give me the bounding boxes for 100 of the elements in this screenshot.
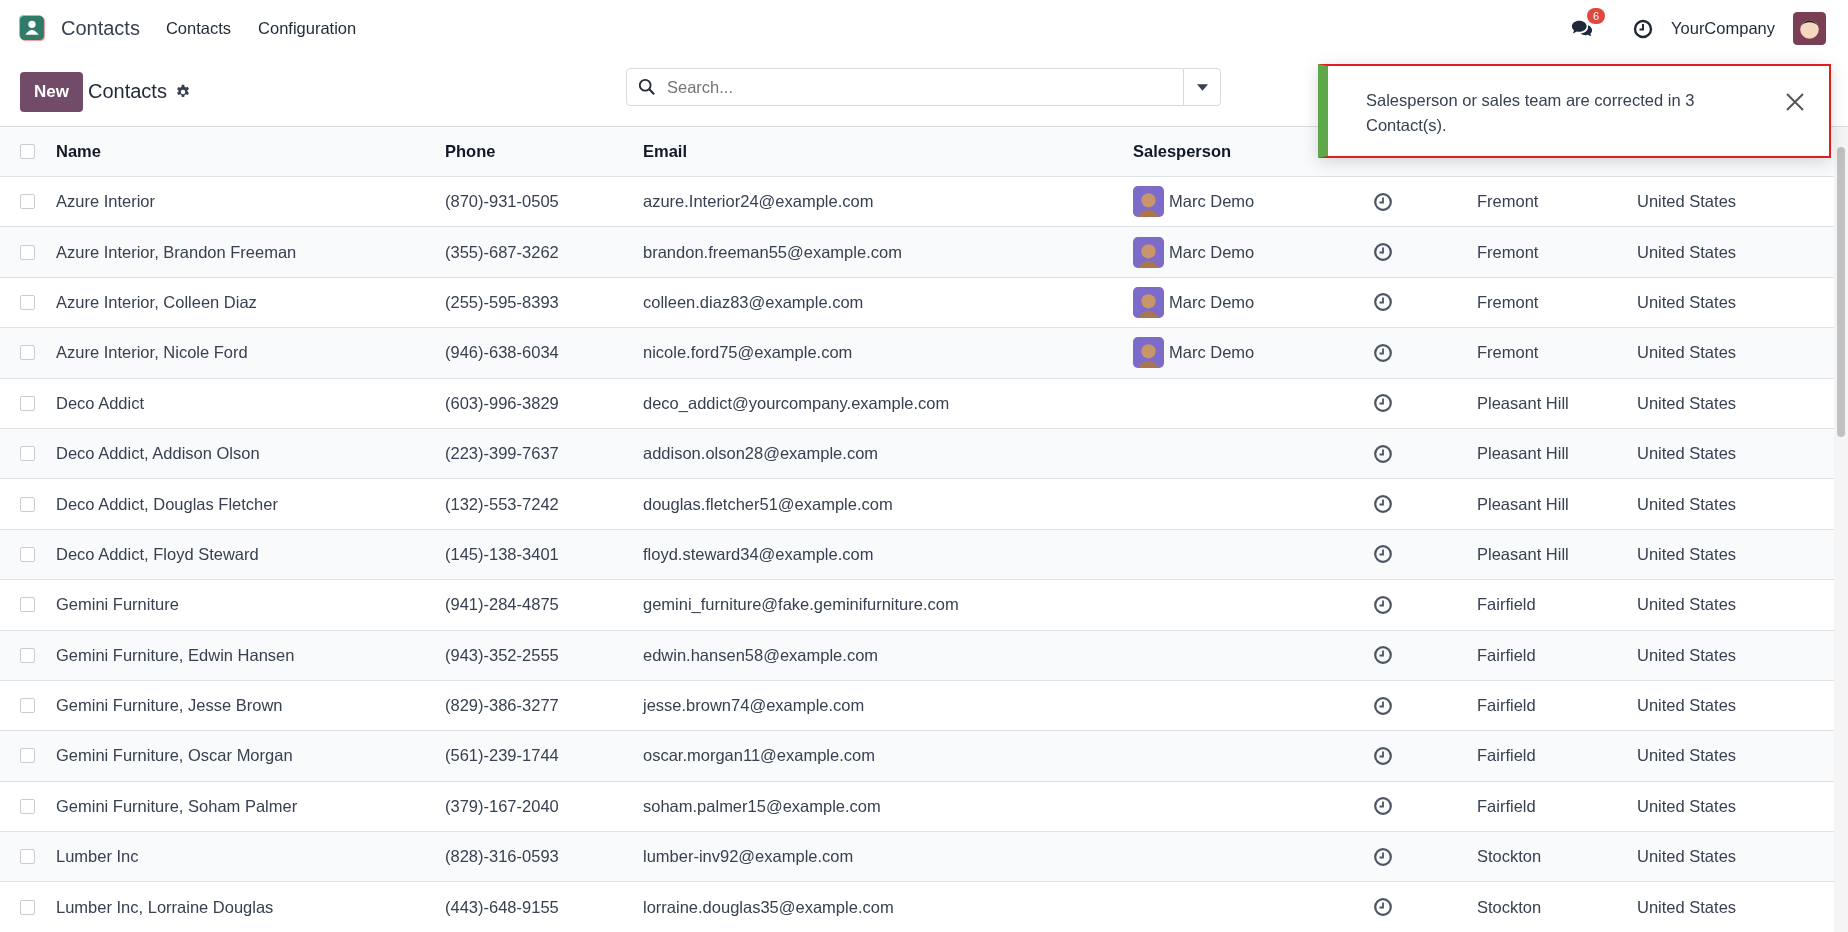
contact-name: Gemini Furniture, Soham Palmer xyxy=(56,796,298,816)
activity-clock-icon[interactable] xyxy=(1373,494,1393,515)
activity-clock-icon[interactable] xyxy=(1373,645,1393,666)
row-checkbox[interactable] xyxy=(20,597,35,613)
column-header[interactable]: Phone xyxy=(445,142,496,161)
email-address: gemini_furniture@fake.geminifurniture.com xyxy=(643,595,959,615)
contact-name: Gemini Furniture xyxy=(56,595,179,615)
contact-name: Azure Interior, Colleen Diaz xyxy=(56,292,257,312)
row-checkbox[interactable] xyxy=(20,294,35,310)
phone-number: (443)-648-9155 xyxy=(445,897,559,917)
activity-clock-icon[interactable] xyxy=(1373,544,1393,565)
person-avatar-icon xyxy=(1133,236,1164,268)
chat-icon[interactable] xyxy=(1571,18,1594,39)
search-field[interactable]: Search... xyxy=(626,68,1221,106)
country: United States xyxy=(1637,393,1737,413)
contact-name: Azure Interior, Nicole Ford xyxy=(56,343,248,363)
scrollbar[interactable] xyxy=(1834,127,1848,932)
row-checkbox[interactable] xyxy=(20,395,35,411)
column-header[interactable]: Email xyxy=(643,142,688,161)
city: Fairfield xyxy=(1477,746,1536,766)
phone-number: (223)-399-7637 xyxy=(445,444,559,464)
city: Fairfield xyxy=(1477,595,1536,615)
activity-clock-icon[interactable] xyxy=(1373,594,1393,615)
activity-clock-icon[interactable] xyxy=(1373,342,1393,363)
email-address: brandon.freeman55@example.com xyxy=(643,242,902,262)
contact-name: Deco Addict, Floyd Steward xyxy=(56,544,259,564)
email-address: nicole.ford75@example.com xyxy=(643,343,853,363)
phone-number: (870)-931-0505 xyxy=(445,192,559,212)
contact-name: Azure Interior xyxy=(56,192,156,212)
contact-name: Gemini Furniture, Oscar Morgan xyxy=(56,746,293,766)
clock-icon[interactable] xyxy=(1633,18,1654,39)
country: United States xyxy=(1637,444,1737,464)
phone-number: (132)-553-7242 xyxy=(445,494,559,514)
city: Fremont xyxy=(1477,192,1539,212)
close-icon[interactable] xyxy=(1785,92,1805,112)
menu-item[interactable]: Configuration xyxy=(258,19,357,38)
row-checkbox[interactable] xyxy=(20,345,35,361)
app-title[interactable]: Contacts xyxy=(61,17,140,40)
activity-clock-icon[interactable] xyxy=(1373,897,1393,918)
select-all-checkbox[interactable] xyxy=(20,144,35,159)
city: Pleasant Hill xyxy=(1477,444,1569,464)
contact-name: Deco Addict xyxy=(56,393,145,413)
phone-number: (561)-239-1744 xyxy=(445,746,559,766)
app-logo-icon[interactable] xyxy=(19,15,46,42)
row-checkbox[interactable] xyxy=(20,446,35,462)
row-checkbox[interactable] xyxy=(20,748,35,764)
country: United States xyxy=(1637,746,1737,766)
row-checkbox[interactable] xyxy=(20,244,35,260)
email-address: colleen.diaz83@example.com xyxy=(643,292,864,312)
column-header[interactable]: Salesperson xyxy=(1133,142,1232,161)
activity-clock-icon[interactable] xyxy=(1373,242,1393,263)
activity-clock-icon[interactable] xyxy=(1373,746,1393,766)
person-avatar-icon xyxy=(1133,286,1164,318)
phone-number: (255)-595-8393 xyxy=(445,292,559,312)
row-checkbox[interactable] xyxy=(20,849,35,865)
company-name[interactable]: YourCompany xyxy=(1671,19,1775,38)
new-button[interactable]: New xyxy=(20,71,83,112)
salesperson-name: Marc Demo xyxy=(1169,192,1255,212)
phone-number: (828)-316-0593 xyxy=(445,847,559,867)
menu-item[interactable]: Contacts xyxy=(165,19,232,38)
row-checkbox[interactable] xyxy=(20,546,35,562)
contact-name: Deco Addict, Addison Olson xyxy=(56,444,260,464)
phone-number: (355)-687-3262 xyxy=(445,242,559,262)
country: United States xyxy=(1637,847,1737,867)
contact-name: Gemini Furniture, Edwin Hansen xyxy=(56,645,295,665)
activity-clock-icon[interactable] xyxy=(1373,443,1393,464)
city: Pleasant Hill xyxy=(1477,494,1569,514)
activity-clock-icon[interactable] xyxy=(1373,695,1393,716)
phone-number: (145)-138-3401 xyxy=(445,544,559,564)
city: Pleasant Hill xyxy=(1477,393,1569,413)
row-checkbox[interactable] xyxy=(20,698,35,714)
notification-badge: 6 xyxy=(1587,7,1606,24)
person-avatar-icon xyxy=(1133,186,1164,218)
city: Fremont xyxy=(1477,292,1539,312)
salesperson-name: Marc Demo xyxy=(1169,343,1255,363)
settings-icon[interactable] xyxy=(174,83,191,100)
user-avatar-icon[interactable] xyxy=(1793,12,1826,45)
activity-clock-icon[interactable] xyxy=(1373,191,1393,212)
row-checkbox[interactable] xyxy=(20,194,35,210)
country: United States xyxy=(1637,192,1737,212)
activity-clock-icon[interactable] xyxy=(1373,393,1393,414)
country: United States xyxy=(1637,897,1737,917)
row-checkbox[interactable] xyxy=(20,647,35,663)
row-checkbox[interactable] xyxy=(20,899,35,915)
activity-clock-icon[interactable] xyxy=(1373,796,1393,817)
phone-number: (943)-352-2555 xyxy=(445,645,559,665)
row-checkbox[interactable] xyxy=(20,798,35,814)
salesperson-name: Marc Demo xyxy=(1169,292,1255,312)
email-address: douglas.fletcher51@example.com xyxy=(643,494,893,514)
column-header[interactable]: Name xyxy=(56,142,101,161)
email-address: edwin.hansen58@example.com xyxy=(643,645,879,665)
city: Fairfield xyxy=(1477,696,1536,716)
email-address: oscar.morgan11@example.com xyxy=(643,746,875,766)
contact-name: Lumber Inc xyxy=(56,847,139,867)
search-icon xyxy=(638,78,656,96)
activity-clock-icon[interactable] xyxy=(1373,292,1393,313)
email-address: lumber-inv92@example.com xyxy=(643,847,854,867)
row-checkbox[interactable] xyxy=(20,496,35,512)
country: United States xyxy=(1637,494,1737,514)
activity-clock-icon[interactable] xyxy=(1373,846,1393,867)
